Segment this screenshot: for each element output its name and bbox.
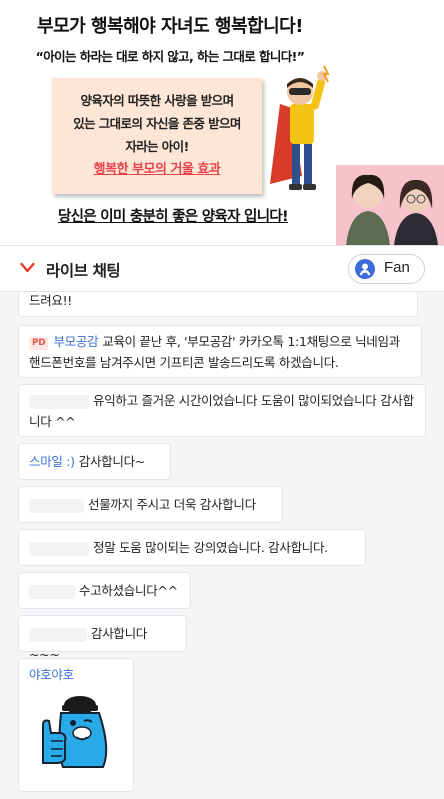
message-text: 수고하셨습니다^^ [79, 583, 178, 598]
fan-label: Fan [384, 259, 410, 276]
chevron-down-icon[interactable] [20, 262, 35, 274]
redacted-nickname [29, 498, 84, 513]
live-chat-header: 라이브 채팅 Fan [0, 245, 444, 292]
video-message-box: 양육자의 따뜻한 사랑을 받으며 있는 그대로의 자신을 존중 받으며 자라는 … [52, 78, 262, 194]
message-nickname[interactable]: 부모공감 [53, 334, 98, 349]
chat-message: 스마일 :) 감사합니다~ [18, 443, 171, 480]
message-nickname[interactable]: 야호야호 [29, 667, 74, 682]
host-photo [336, 165, 444, 245]
redacted-nickname [29, 584, 75, 599]
redacted-nickname [29, 541, 89, 556]
chat-message-list[interactable]: 드려요!! PD 부모공감 교육이 끝난 후, '부모공감' 카카오톡 1:1채팅으… [0, 292, 444, 799]
live-video-frame[interactable]: 부모가 행복해야 자녀도 행복합니다! “아이는 하라는 대로 하지 않고, 하… [0, 0, 444, 245]
chat-message: 정말 도움 많이되는 강의였습니다. 감사합니다. [18, 529, 366, 566]
message-text: 선물까지 주시고 더욱 감사합니다 [88, 497, 256, 512]
video-bottom-caption: 당신은 이미 충분히 좋은 양육자 입니다! [58, 209, 289, 225]
video-title: 부모가 행복해야 자녀도 행복합니다! [37, 16, 303, 37]
fan-button[interactable]: Fan [348, 254, 425, 284]
superhero-kid-illustration [270, 65, 330, 190]
video-quote: “아이는 하라는 대로 하지 않고, 하는 그대로 합니다!” [35, 49, 305, 64]
box-line-1: 양육자의 따뜻한 사랑을 받으며 [80, 93, 235, 108]
chat-message: 야호야호 [18, 658, 134, 792]
box-line-3: 자라는 아이! [125, 139, 189, 154]
fan-icon [355, 259, 375, 279]
chat-message: 드려요!! [18, 292, 418, 317]
box-line-2: 있는 그대로의 자신을 존중 받으며 [73, 116, 241, 131]
thumbs-up-character-sticker [42, 696, 108, 768]
pd-badge: PD [29, 337, 49, 350]
message-nickname[interactable]: 스마일 :) [29, 454, 75, 469]
box-highlight: 행복한 부모의 거울 효과 [93, 162, 221, 177]
message-text: 감사합니다~ [78, 454, 145, 469]
host-webcam-overlay [336, 165, 444, 245]
chat-message: 유익하고 즐거운 시간이었습니다 도움이 많이되었습니다 감사합니다 ^^ [18, 384, 426, 437]
message-text: 정말 도움 많이되는 강의였습니다. 감사합니다. [93, 540, 328, 555]
message-text: 드려요!! [29, 293, 73, 308]
chat-message: 수고하셨습니다^^ [18, 572, 191, 609]
redacted-nickname [29, 394, 89, 409]
live-chat-title: 라이브 채팅 [46, 262, 121, 280]
chat-message: 감사합니다~~~ [18, 615, 187, 662]
chat-message: PD 부모공감 교육이 끝난 후, '부모공감' 카카오톡 1:1채팅으로 닉네임과… [18, 325, 422, 378]
chat-message: 선물까지 주시고 더욱 감사합니다 [18, 486, 283, 523]
redacted-nickname [29, 627, 87, 642]
